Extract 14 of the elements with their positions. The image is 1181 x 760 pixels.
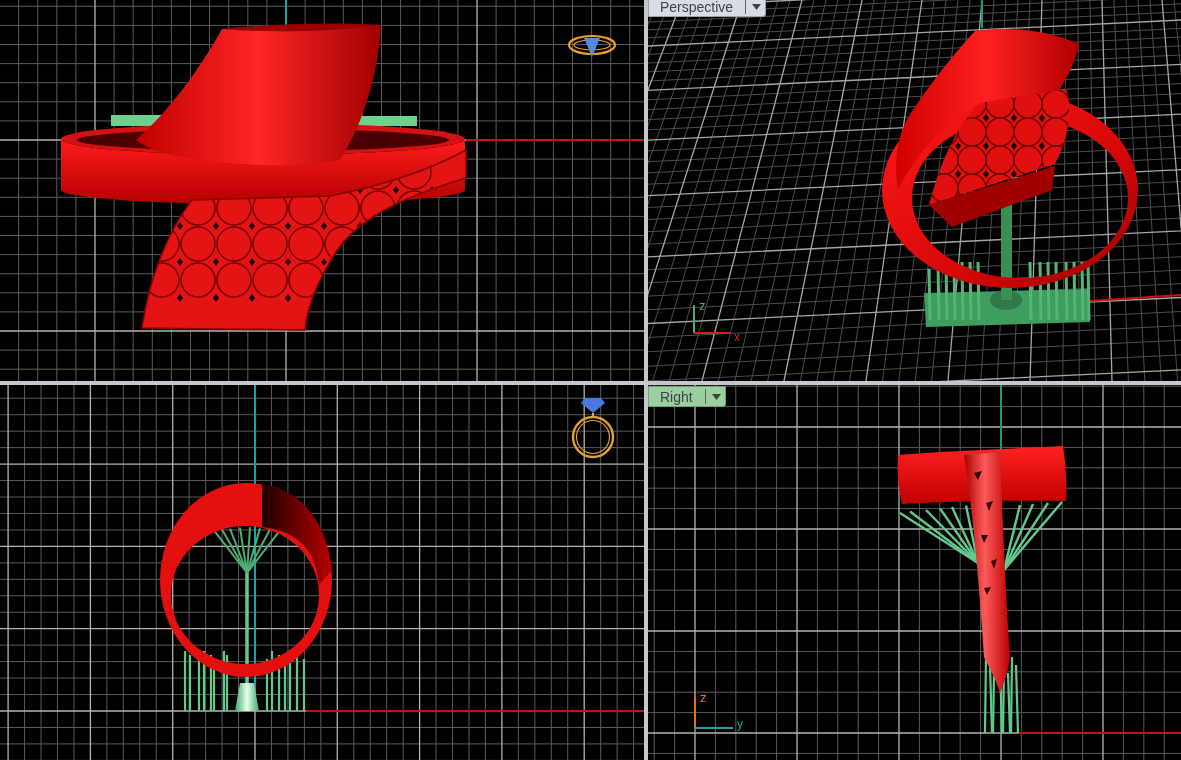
axis-label: z <box>699 298 706 313</box>
axis-label: z <box>700 690 707 705</box>
viewport-tab[interactable]: Right <box>648 386 726 407</box>
caret-icon <box>711 393 721 400</box>
axis-label: x <box>734 330 740 344</box>
ring-icon <box>571 398 615 459</box>
axis-icon <box>693 304 731 334</box>
vertical-axis-line <box>981 0 983 29</box>
viewport-tab[interactable]: Perspective <box>648 0 767 17</box>
axis-label: y <box>737 717 743 731</box>
caret-icon <box>752 3 762 10</box>
support-bar <box>355 116 417 126</box>
ring-icon <box>567 34 617 57</box>
axis-icon <box>694 696 734 729</box>
